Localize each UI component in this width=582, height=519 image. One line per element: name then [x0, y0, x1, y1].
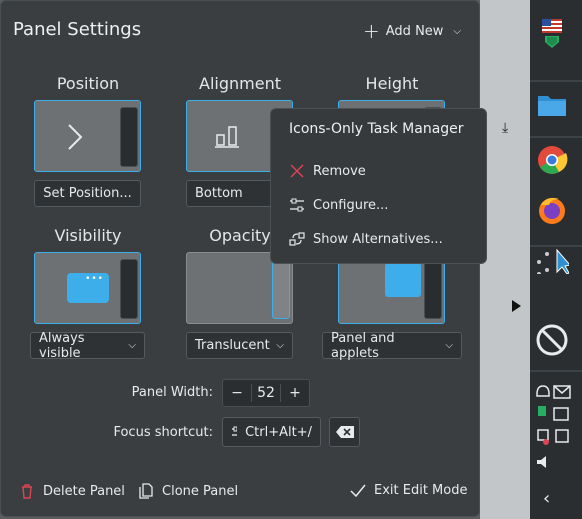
- us-flag-icon[interactable]: [535, 16, 569, 50]
- dock-divider: [530, 80, 582, 82]
- no-entry-icon[interactable]: [535, 322, 569, 356]
- align-bottom-icon: [215, 126, 239, 148]
- panel-bar-preview: [424, 259, 442, 319]
- visibility-label: Visibility: [54, 226, 122, 245]
- dock-divider: [530, 136, 582, 138]
- panel-width-label: Panel Width:: [131, 385, 213, 400]
- download-arrow-icon: ⤓: [502, 120, 509, 136]
- shortcut-value: Ctrl+Alt+/: [245, 424, 312, 440]
- chevron-right-icon: [68, 124, 83, 150]
- clone-panel-label: Clone Panel: [162, 483, 239, 499]
- window-preview: •••: [67, 273, 109, 303]
- configure-menu-item[interactable]: Configure...: [289, 197, 388, 213]
- exit-edit-mode-button[interactable]: Exit Edit Mode: [350, 483, 467, 498]
- sliders-icon: [232, 426, 238, 436]
- panel-width-value[interactable]: 52: [252, 385, 280, 401]
- position-preview[interactable]: [34, 100, 141, 172]
- backspace-icon: [335, 426, 354, 438]
- desktop-background: ⤓: [480, 0, 530, 519]
- clear-shortcut-button[interactable]: [329, 417, 360, 447]
- popup-title: Icons-Only Task Manager: [289, 121, 464, 137]
- visibility-value: Always visible: [39, 330, 85, 361]
- system-tray-icons[interactable]: [534, 380, 574, 480]
- cursor-icon: [537, 248, 569, 274]
- increment-button[interactable]: +: [281, 385, 309, 401]
- checkmark-icon: [350, 484, 366, 497]
- add-new-button[interactable]: + Add New ⌵: [363, 19, 461, 43]
- set-position-button[interactable]: Set Position...: [34, 180, 141, 207]
- height-label: Height: [365, 74, 419, 93]
- chevron-down-icon: ⌵: [276, 340, 284, 351]
- visibility-dropdown[interactable]: Always visible ⌵: [30, 330, 145, 361]
- show-alternatives-label: Show Alternatives...: [313, 231, 443, 247]
- configure-icon: [290, 198, 304, 212]
- shortcut-button[interactable]: Ctrl+Alt+/: [222, 417, 321, 447]
- trash-icon: [22, 484, 32, 499]
- alignment-value: Bottom: [195, 186, 243, 201]
- position-label: Position: [56, 74, 120, 93]
- copy-icon: [139, 483, 153, 499]
- alignment-label: Alignment: [199, 74, 281, 93]
- swap-icon: [289, 232, 305, 246]
- delete-panel-button[interactable]: Delete Panel: [19, 483, 125, 499]
- plus-icon: +: [363, 19, 380, 43]
- firefox-icon[interactable]: [535, 193, 569, 227]
- show-alternatives-menu-item[interactable]: Show Alternatives...: [289, 231, 443, 247]
- chrome-icon[interactable]: [535, 143, 569, 177]
- add-new-label: Add New: [385, 23, 444, 39]
- set-position-label: Set Position...: [43, 186, 132, 201]
- floating-value: Panel and applets: [331, 330, 395, 361]
- delete-panel-label: Delete Panel: [43, 483, 125, 499]
- folder-icon[interactable]: [535, 88, 569, 122]
- remove-label: Remove: [313, 163, 366, 179]
- dock-divider: [530, 370, 582, 372]
- clone-panel-button[interactable]: Clone Panel: [138, 483, 238, 499]
- chevron-down-icon: ⌵: [128, 340, 136, 351]
- panel-bar-preview: [120, 259, 138, 319]
- close-icon: [290, 164, 304, 178]
- expand-arrow-icon[interactable]: [512, 300, 521, 312]
- focus-shortcut-label: Focus shortcut:: [113, 425, 213, 440]
- chevron-down-icon: ⌵: [445, 340, 453, 351]
- configure-label: Configure...: [313, 197, 389, 213]
- chevron-down-icon: ⌵: [453, 25, 462, 37]
- remove-menu-item[interactable]: Remove: [289, 163, 366, 179]
- visibility-preview[interactable]: •••: [34, 252, 141, 324]
- panel-bar-preview: [120, 107, 138, 167]
- chevron-left-icon[interactable]: ‹: [543, 488, 550, 509]
- panel-width-stepper: − 52 +: [222, 379, 310, 407]
- floating-dropdown[interactable]: Panel and applets ⌵: [322, 330, 462, 361]
- translucent-bar-preview: [272, 259, 290, 319]
- window-preview: [385, 263, 421, 297]
- widget-context-popup: Icons-Only Task Manager Remove Configure…: [270, 108, 487, 264]
- decrement-button[interactable]: −: [223, 385, 251, 401]
- exit-edit-mode-label: Exit Edit Mode: [374, 483, 468, 498]
- opacity-value: Translucent: [195, 338, 270, 353]
- opacity-dropdown[interactable]: Translucent ⌵: [186, 332, 293, 359]
- panel-title: Panel Settings: [13, 19, 142, 40]
